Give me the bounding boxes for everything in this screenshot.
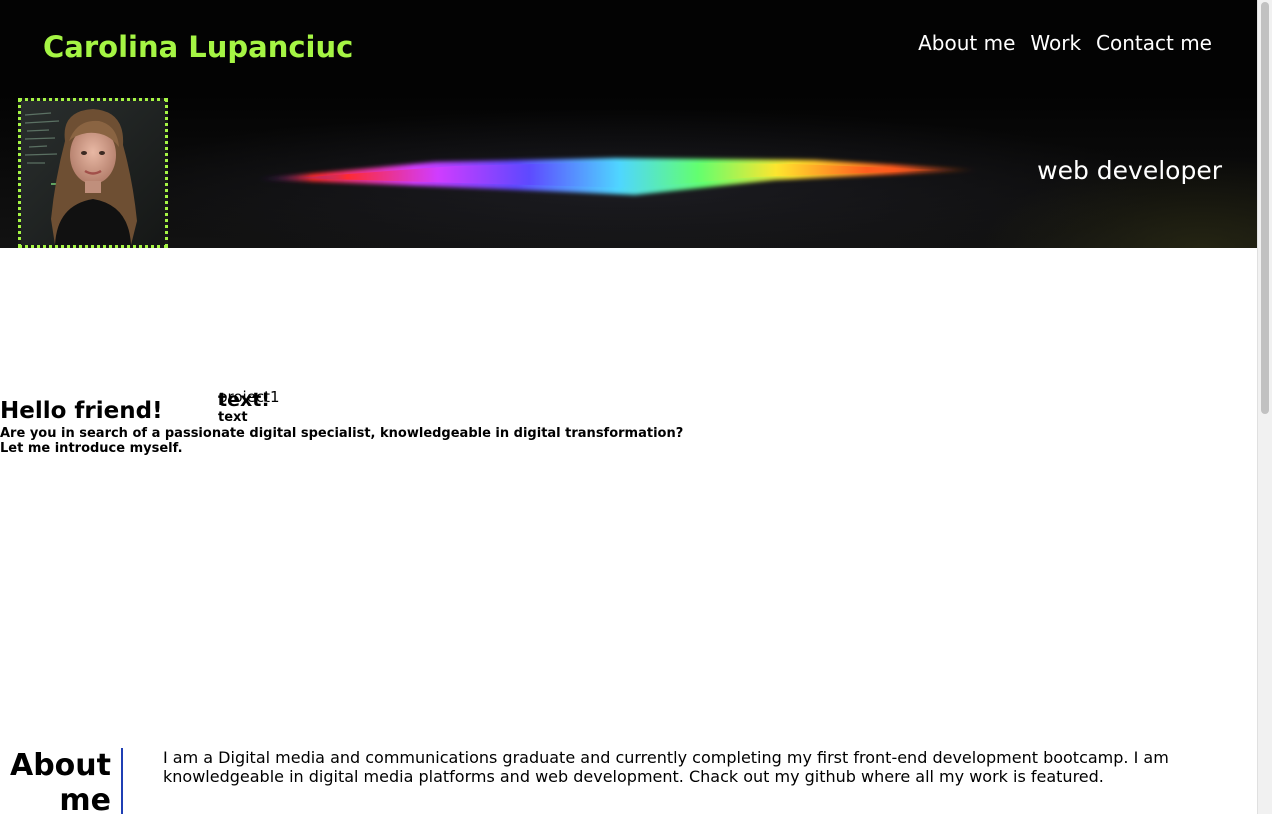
scrollbar-thumb[interactable] xyxy=(1261,2,1269,414)
site-header: Carolina Lupanciuc About me Work Contact… xyxy=(0,0,1257,248)
about-divider xyxy=(121,748,123,814)
project-text: text xyxy=(218,410,248,425)
rainbow-banner-icon xyxy=(255,158,980,195)
hero-title: Hello friend! xyxy=(0,398,163,424)
project-heading: text! xyxy=(218,389,270,411)
page: Carolina Lupanciuc About me Work Contact… xyxy=(0,0,1257,814)
site-brand[interactable]: Carolina Lupanciuc xyxy=(43,30,353,64)
tagline: web developer xyxy=(1037,156,1222,185)
hero-line-1: Are you in search of a passionate digita… xyxy=(0,426,684,441)
main-nav: About me Work Contact me xyxy=(918,31,1212,55)
hero-line-2: Let me introduce myself. xyxy=(0,441,183,456)
nav-about-me[interactable]: About me xyxy=(918,31,1015,55)
about-heading: About me xyxy=(9,748,111,814)
page-scrollbar[interactable] xyxy=(1257,0,1272,814)
about-body: I am a Digital media and communications … xyxy=(163,748,1169,786)
hero-intro: Are you in search of a passionate digita… xyxy=(0,426,683,456)
nav-contact-me[interactable]: Contact me xyxy=(1096,31,1212,55)
nav-work[interactable]: Work xyxy=(1030,31,1081,55)
avatar-portrait-icon xyxy=(21,101,165,245)
profile-photo xyxy=(18,98,168,248)
